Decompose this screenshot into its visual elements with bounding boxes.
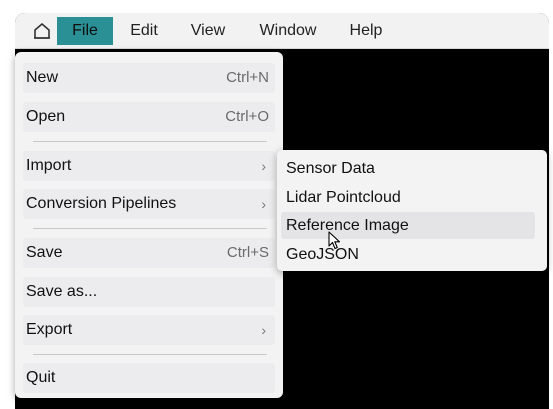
menu-item-export[interactable]: Export › [23, 315, 275, 345]
submenu-item-label: Lidar Pointcloud [286, 189, 401, 206]
chevron-right-icon: › [261, 158, 266, 174]
menu-edit[interactable]: Edit [119, 17, 169, 45]
menu-item-label: Open [26, 108, 66, 125]
home-button[interactable] [27, 17, 57, 45]
menu-separator [33, 228, 267, 229]
menu-item-save-as[interactable]: Save as... [23, 277, 275, 307]
menu-help[interactable]: Help [341, 17, 391, 45]
menu-item-label: Quit [26, 369, 56, 386]
menu-view[interactable]: View [183, 17, 233, 45]
submenu-item-label: Reference Image [286, 217, 409, 234]
menu-bar: File Edit View Window Help [15, 13, 549, 49]
menu-item-label: Conversion Pipelines [26, 195, 177, 212]
chevron-right-icon: › [261, 196, 266, 212]
shortcut-label: Ctrl+S [226, 244, 269, 261]
menu-item-new[interactable]: New Ctrl+N [23, 63, 275, 93]
menu-separator [33, 141, 267, 142]
menu-item-label: Save [26, 244, 63, 261]
menu-item-label: Import [26, 157, 72, 174]
menu-window[interactable]: Window [251, 17, 325, 45]
shortcut-label: Ctrl+N [226, 69, 269, 86]
chevron-right-icon: › [261, 322, 266, 338]
file-menu-dropdown: New Ctrl+N Open Ctrl+O Import › Conversi… [15, 52, 283, 398]
menu-item-label: Save as... [26, 283, 98, 300]
home-icon [34, 23, 50, 39]
menu-item-label: New [26, 69, 59, 86]
submenu-item-reference-image[interactable]: Reference Image [281, 212, 535, 239]
menu-item-save[interactable]: Save Ctrl+S [23, 238, 275, 268]
menu-item-label: Export [26, 321, 73, 338]
menu-item-open[interactable]: Open Ctrl+O [23, 102, 275, 132]
menu-separator [33, 354, 267, 355]
submenu-item-lidar-pointcloud[interactable]: Lidar Pointcloud [281, 184, 535, 211]
submenu-item-geojson[interactable]: GeoJSON [281, 241, 535, 268]
menu-item-quit[interactable]: Quit [23, 363, 275, 393]
mouse-pointer-icon [328, 231, 341, 250]
submenu-item-label: GeoJSON [286, 246, 359, 263]
submenu-item-sensor-data[interactable]: Sensor Data [281, 155, 535, 182]
menu-item-import[interactable]: Import › [23, 151, 275, 181]
shortcut-label: Ctrl+O [225, 108, 269, 125]
menu-file[interactable]: File [57, 17, 113, 45]
menu-item-conversion-pipelines[interactable]: Conversion Pipelines › [23, 189, 275, 219]
submenu-item-label: Sensor Data [286, 160, 375, 177]
import-submenu: Sensor Data Lidar Pointcloud Reference I… [277, 150, 547, 271]
